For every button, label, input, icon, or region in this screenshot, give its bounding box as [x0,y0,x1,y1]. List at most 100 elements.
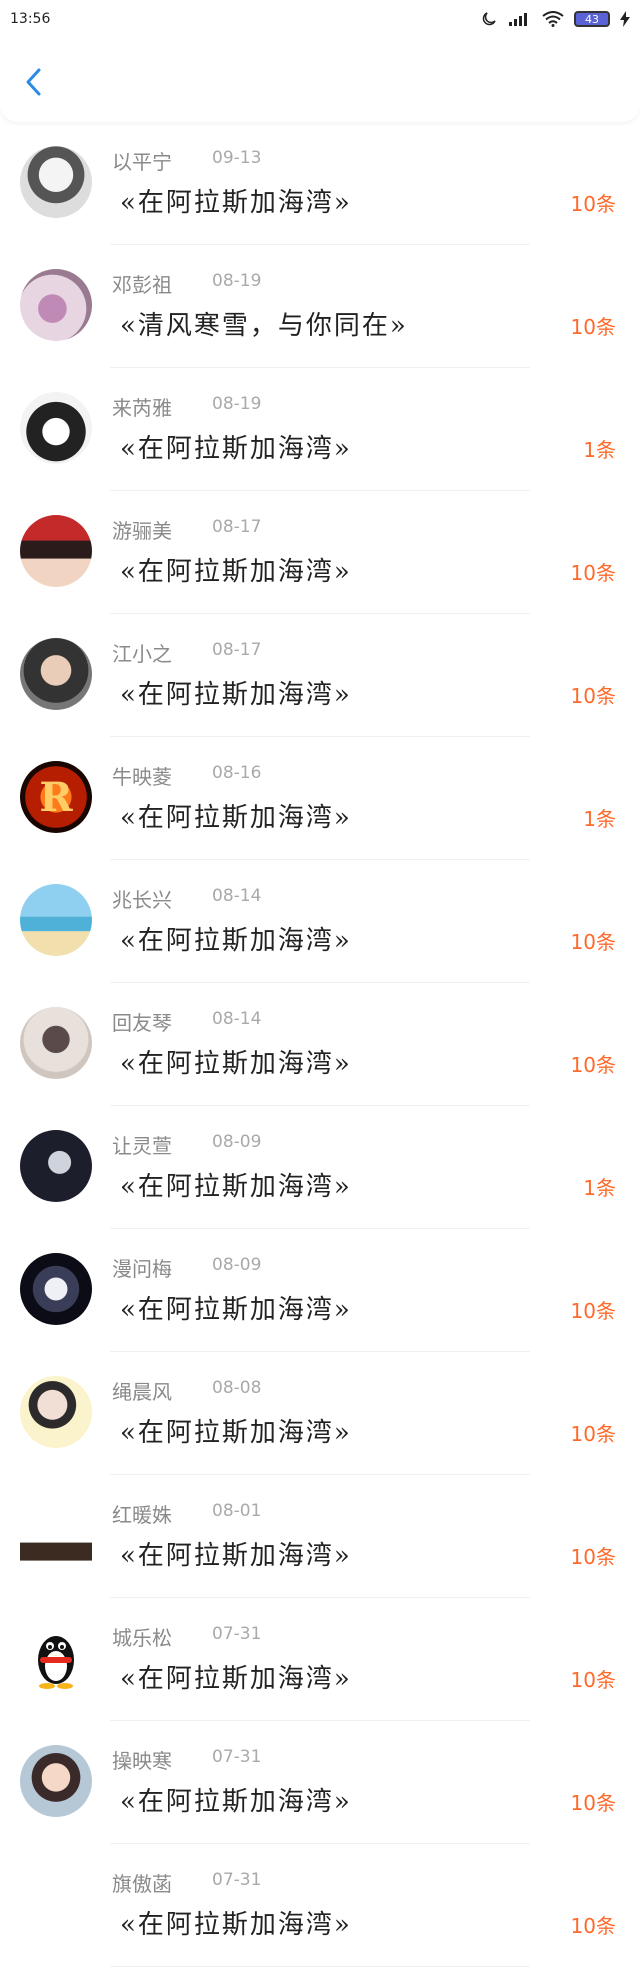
avatar [20,515,92,587]
avatar [20,146,92,218]
post-date: 08-08 [212,1378,262,1398]
count-badge: 10条 [570,315,616,339]
avatar: R [20,761,92,833]
list-item[interactable]: 以平宁 09-13 «在阿拉斯加海湾» 10条 [0,122,640,245]
list-item[interactable]: 兆长兴 08-14 «在阿拉斯加海湾» 10条 [0,860,640,983]
count-badge: 10条 [570,1422,616,1446]
message-list: 以平宁 09-13 «在阿拉斯加海湾» 10条 邓彭祖 08-19 «清风寒雪，… [0,122,640,1967]
count-badge: 10条 [570,1668,616,1692]
article-title: «在阿拉斯加海湾» [120,1787,352,1817]
post-date: 07-31 [212,1624,262,1644]
author-name: 游骊美 [112,519,172,543]
post-date: 08-01 [212,1501,262,1521]
article-title: «清风寒雪，与你同在» [120,311,408,341]
author-name: 牛映菱 [112,765,172,789]
wifi-icon [542,11,564,27]
charging-icon [620,11,630,27]
avatar [20,1745,92,1817]
author-name: 兆长兴 [112,888,172,912]
count-badge: 10条 [570,1914,616,1938]
count-badge: 10条 [570,1053,616,1077]
article-title: «在阿拉斯加海湾» [120,1664,352,1694]
author-name: 以平宁 [112,150,172,174]
author-name: 城乐松 [112,1626,172,1650]
avatar [20,884,92,956]
avatar [20,1499,92,1571]
list-item[interactable]: R 牛映菱 08-16 «在阿拉斯加海湾» 1条 [0,737,640,860]
avatar [20,1007,92,1079]
list-item[interactable]: 回友琴 08-14 «在阿拉斯加海湾» 10条 [0,983,640,1106]
post-date: 09-13 [212,148,262,168]
post-date: 08-19 [212,271,262,291]
article-title: «在阿拉斯加海湾» [120,680,352,710]
list-item[interactable]: 城乐松 07-31 «在阿拉斯加海湾» 10条 [0,1598,640,1721]
list-item[interactable]: 绳晨风 08-08 «在阿拉斯加海湾» 10条 [0,1352,640,1475]
count-badge: 10条 [570,684,616,708]
avatar [20,638,92,710]
article-title: «在阿拉斯加海湾» [120,803,352,833]
article-title: «在阿拉斯加海湾» [120,557,352,587]
author-name: 绳晨风 [112,1380,172,1404]
author-name: 来芮雅 [112,396,172,420]
count-badge: 10条 [570,1545,616,1569]
divider [110,1966,530,1967]
count-badge: 10条 [570,1791,616,1815]
avatar [20,1868,92,1940]
list-item[interactable]: 让灵萱 08-09 «在阿拉斯加海湾» 1条 [0,1106,640,1229]
author-name: 邓彭祖 [112,273,172,297]
avatar [20,1376,92,1448]
post-date: 07-31 [212,1870,262,1890]
article-title: «在阿拉斯加海湾» [120,1049,352,1079]
author-name: 漫问梅 [112,1257,172,1281]
author-name: 让灵萱 [112,1134,172,1158]
avatar [20,1253,92,1325]
author-name: 旗傲菡 [112,1872,172,1896]
count-badge: 10条 [570,192,616,216]
avatar [20,1130,92,1202]
header [0,38,640,122]
post-date: 08-09 [212,1132,262,1152]
list-item[interactable]: 漫问梅 08-09 «在阿拉斯加海湾» 10条 [0,1229,640,1352]
avatar [20,392,92,464]
count-badge: 1条 [583,807,616,831]
author-name: 回友琴 [112,1011,172,1035]
author-name: 红暖姝 [112,1503,172,1527]
list-item[interactable]: 游骊美 08-17 «在阿拉斯加海湾» 10条 [0,491,640,614]
post-date: 08-14 [212,1009,262,1029]
article-title: «在阿拉斯加海湾» [120,1172,352,1202]
count-badge: 10条 [570,561,616,585]
list-item[interactable]: 旗傲菡 07-31 «在阿拉斯加海湾» 10条 [0,1844,640,1967]
chevron-left-icon [24,67,44,101]
post-date: 08-17 [212,640,262,660]
post-date: 08-16 [212,763,262,783]
count-badge: 1条 [583,1176,616,1200]
list-item[interactable]: 红暖姝 08-01 «在阿拉斯加海湾» 10条 [0,1475,640,1598]
avatar [20,1622,92,1694]
author-name: 江小之 [112,642,172,666]
post-date: 08-19 [212,394,262,414]
moon-icon [480,10,498,28]
status-time: 13:56 [10,11,51,27]
article-title: «在阿拉斯加海湾» [120,434,352,464]
article-title: «在阿拉斯加海湾» [120,1418,352,1448]
back-button[interactable] [16,66,52,102]
article-title: «在阿拉斯加海湾» [120,1541,352,1571]
list-item[interactable]: 江小之 08-17 «在阿拉斯加海湾» 10条 [0,614,640,737]
author-name: 操映寒 [112,1749,172,1773]
list-item[interactable]: 邓彭祖 08-19 «清风寒雪，与你同在» 10条 [0,245,640,368]
article-title: «在阿拉斯加海湾» [120,1910,352,1940]
count-badge: 1条 [583,438,616,462]
battery-indicator: 43 [574,11,610,27]
article-title: «在阿拉斯加海湾» [120,1295,352,1325]
status-bar: 13:56 43 [0,0,640,38]
post-date: 08-17 [212,517,262,537]
list-item[interactable]: 操映寒 07-31 «在阿拉斯加海湾» 10条 [0,1721,640,1844]
signal-icon [508,11,532,27]
article-title: «在阿拉斯加海湾» [120,188,352,218]
post-date: 08-14 [212,886,262,906]
post-date: 07-31 [212,1747,262,1767]
list-item[interactable]: 来芮雅 08-19 «在阿拉斯加海湾» 1条 [0,368,640,491]
post-date: 08-09 [212,1255,262,1275]
status-icons: 43 [480,10,630,28]
avatar [20,269,92,341]
